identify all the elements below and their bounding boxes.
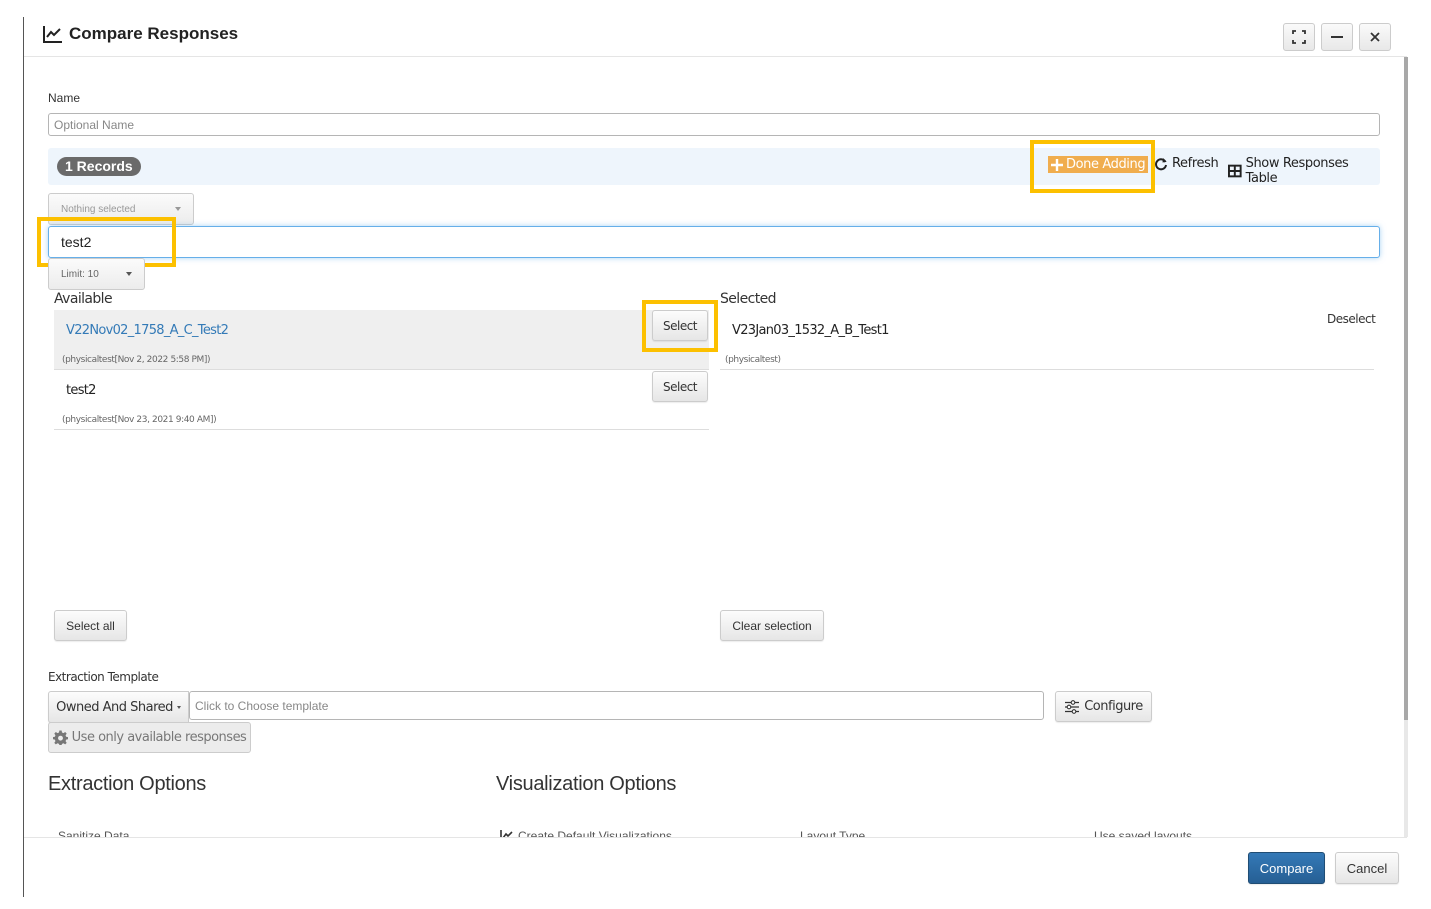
create-default-visualizations-label: Create Default Visualizations [518, 829, 672, 837]
close-icon [1370, 32, 1380, 42]
available-item-title[interactable]: V22Nov02_1758_A_C_Test2 [66, 323, 229, 338]
available-heading: Available [54, 291, 113, 307]
done-adding-button[interactable]: Done Adding [1048, 156, 1149, 173]
sanitize-data-label: Sanitize Data [58, 829, 130, 837]
use-saved-layouts-label: Use saved layouts [1094, 829, 1193, 837]
table-icon [1228, 164, 1242, 178]
available-list-item[interactable]: V22Nov02_1758_A_C_Test2 (physicaltest[No… [54, 310, 709, 370]
show-responses-table-button[interactable]: Show Responses Table [1228, 156, 1380, 186]
available-list-item[interactable]: test2 (physicaltest[Nov 23, 2021 9:40 AM… [54, 370, 709, 430]
minus-icon [1331, 36, 1343, 38]
owner-filter-dropdown[interactable]: Nothing selected [48, 193, 194, 225]
gear-icon [52, 730, 68, 745]
select-button[interactable]: Select [652, 310, 708, 341]
configure-label: Configure [1084, 699, 1143, 714]
done-adding-label: Done Adding [1066, 157, 1146, 172]
name-label: Name [48, 91, 81, 105]
available-item-title: test2 [66, 383, 96, 398]
modal-title-text: Compare Responses [69, 24, 239, 43]
selected-item-title: V23Jan03_1532_A_B_Test1 [732, 323, 889, 338]
template-scope-value: Owned And Shared [56, 699, 173, 715]
selected-heading: Selected [720, 291, 776, 307]
compare-button[interactable]: Compare [1248, 852, 1325, 884]
refresh-label: Refresh [1172, 156, 1219, 171]
plus-icon [1051, 158, 1063, 171]
extraction-options-heading: Extraction Options [48, 773, 207, 795]
selected-list-item: V23Jan03_1532_A_B_Test1 (physicaltest) [720, 310, 1374, 370]
modal-header: Compare Responses [24, 17, 1407, 57]
use-only-available-responses-toggle[interactable]: Use only available responses [48, 722, 251, 753]
refresh-button[interactable]: Refresh [1154, 156, 1219, 171]
available-item-subtitle: (physicaltest[Nov 2, 2022 5:58 PM]) [62, 355, 211, 365]
use-only-available-label: Use only available responses [71, 730, 247, 745]
search-input[interactable] [48, 226, 1380, 258]
caret-down-icon [176, 705, 181, 709]
records-count-badge: 1 Records [57, 157, 141, 176]
extraction-template-label: Extraction Template [48, 670, 159, 684]
expand-icon [1292, 30, 1306, 44]
caret-down-icon [126, 272, 132, 276]
minimize-button[interactable] [1321, 23, 1353, 51]
caret-down-icon [175, 207, 181, 211]
modal-title: Compare Responses [43, 24, 238, 44]
limit-dropdown[interactable]: Limit: 10 [48, 258, 145, 290]
limit-value: Limit: 10 [61, 268, 99, 280]
line-chart-icon [500, 830, 513, 837]
template-chooser-input[interactable] [189, 691, 1044, 720]
close-button[interactable] [1359, 23, 1391, 51]
owner-filter-value: Nothing selected [61, 203, 136, 215]
show-responses-table-label: Show Responses Table [1245, 156, 1349, 186]
select-all-button[interactable]: Select all [54, 610, 127, 641]
available-item-subtitle: (physicaltest[Nov 23, 2021 9:40 AM]) [62, 415, 217, 425]
maximize-button[interactable] [1283, 23, 1315, 51]
name-input[interactable] [48, 113, 1380, 136]
selected-item-subtitle: (physicaltest) [725, 355, 781, 365]
template-scope-dropdown[interactable]: Owned And Shared [48, 691, 189, 723]
create-default-visualizations-option[interactable]: Create Default Visualizations [500, 829, 672, 837]
visualization-options-heading: Visualization Options [496, 773, 677, 795]
configure-button[interactable]: Configure [1055, 691, 1152, 722]
records-bar: 1 Records Done Adding Refresh Show Respo… [48, 148, 1380, 186]
sliders-icon [1065, 699, 1080, 714]
clear-selection-button[interactable]: Clear selection [720, 610, 824, 641]
layout-type-label: Layout Type [800, 829, 866, 837]
refresh-icon [1155, 157, 1167, 170]
footer-divider [24, 837, 1407, 838]
done-adding-label-wrap: Done Adding [1048, 156, 1149, 173]
scrollbar-thumb[interactable] [1404, 57, 1408, 720]
window-left-edge [23, 17, 24, 897]
line-chart-icon [43, 26, 62, 43]
cancel-button[interactable]: Cancel [1335, 852, 1399, 884]
select-button[interactable]: Select [652, 371, 708, 402]
